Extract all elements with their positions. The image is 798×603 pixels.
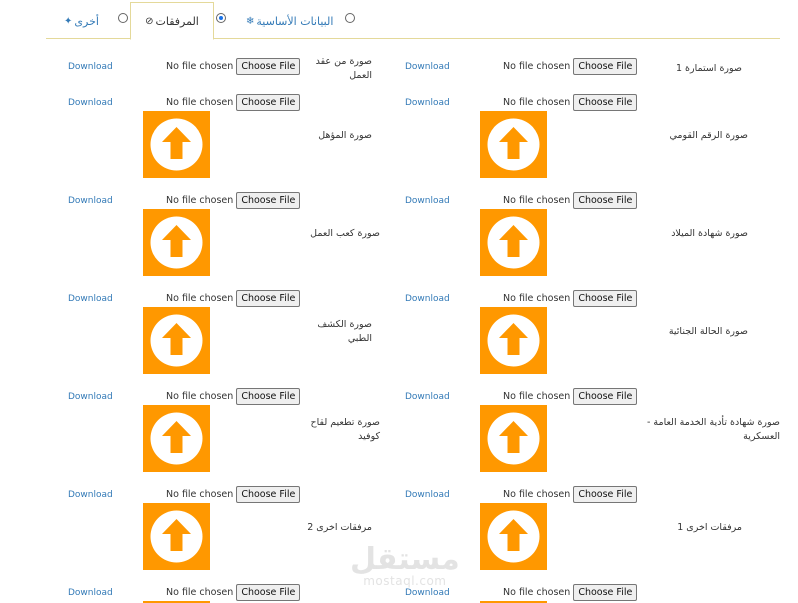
file-input[interactable]: No file chosen Choose File: [166, 94, 301, 111]
download-link[interactable]: Download: [405, 62, 450, 72]
upload-arrow-icon[interactable]: [480, 111, 547, 178]
file-input[interactable]: No file chosen Choose File: [503, 94, 638, 111]
file-input[interactable]: No file chosen Choose File: [503, 192, 638, 209]
field-label: صورة الرقم القومي: [669, 130, 748, 141]
download-link[interactable]: Download: [405, 588, 450, 598]
choose-file-button[interactable]: Choose File: [573, 192, 638, 209]
choose-file-button[interactable]: Choose File: [236, 584, 301, 601]
file-input[interactable]: No file chosen Choose File: [503, 584, 638, 601]
download-link[interactable]: Download: [405, 294, 450, 304]
file-input[interactable]: No file chosen Choose File: [503, 486, 638, 503]
file-input[interactable]: No file chosen Choose File: [166, 388, 301, 405]
choose-file-button[interactable]: Choose File: [573, 290, 638, 307]
download-link[interactable]: Download: [68, 490, 113, 500]
download-link[interactable]: Download: [68, 62, 113, 72]
choose-file-button[interactable]: Choose File: [236, 290, 301, 307]
choose-file-button[interactable]: Choose File: [236, 192, 301, 209]
download-link[interactable]: Download: [68, 392, 113, 402]
dropbox-icon: ✦: [64, 15, 73, 27]
gear-icon: ❄: [246, 15, 255, 27]
choose-file-button[interactable]: Choose File: [573, 486, 638, 503]
choose-file-button[interactable]: Choose File: [573, 388, 638, 405]
choose-file-button[interactable]: Choose File: [236, 388, 301, 405]
attachments-page: ✦ أخرى ⊘ المرفقات ❄ البيانات الأساسية Downl…: [0, 0, 798, 603]
field-label: صورة كعب العمل: [310, 228, 380, 239]
tab-attachments[interactable]: ⊘ المرفقات: [130, 2, 214, 40]
watermark-latin: mostaql.com: [363, 574, 447, 588]
download-link[interactable]: Download: [68, 294, 113, 304]
watermark: مستقل mostaql.com: [350, 542, 460, 588]
download-link[interactable]: Download: [68, 588, 113, 598]
download-link[interactable]: Download: [405, 490, 450, 500]
upload-arrow-icon[interactable]: [143, 405, 210, 472]
tab-other[interactable]: ✦ أخرى: [64, 3, 99, 39]
file-input[interactable]: No file chosen Choose File: [166, 290, 301, 307]
upload-arrow-icon[interactable]: [143, 111, 210, 178]
download-link[interactable]: Download: [405, 98, 450, 108]
field-label: مرفقات اخرى 2: [307, 522, 372, 533]
field-label: مرفقات اخرى 1: [677, 522, 742, 533]
field-label: صورة المؤهل: [318, 130, 372, 141]
upload-arrow-icon[interactable]: [480, 209, 547, 276]
upload-arrow-icon[interactable]: [143, 307, 210, 374]
upload-arrow-icon[interactable]: [143, 209, 210, 276]
file-input[interactable]: No file chosen Choose File: [503, 290, 638, 307]
choose-file-button[interactable]: Choose File: [236, 94, 301, 111]
file-input[interactable]: No file chosen Choose File: [503, 58, 638, 75]
tab-bar: ✦ أخرى ⊘ المرفقات ❄ البيانات الأساسية: [46, 0, 780, 40]
choose-file-button[interactable]: Choose File: [573, 584, 638, 601]
file-input[interactable]: No file chosen Choose File: [166, 486, 301, 503]
choose-file-button[interactable]: Choose File: [573, 94, 638, 111]
paperclip-icon: ⊘: [145, 15, 154, 27]
file-input[interactable]: No file chosen Choose File: [166, 584, 301, 601]
radio-tab-attachments[interactable]: [216, 13, 226, 23]
field-label: صورة الحالة الجنائية: [668, 326, 748, 337]
download-link[interactable]: Download: [405, 392, 450, 402]
field-label: صورة شهادة الميلاد: [671, 228, 748, 239]
field-label: صورة شهادة تأدية الخدمة العامة - العسكري…: [646, 417, 780, 442]
choose-file-button[interactable]: Choose File: [236, 58, 301, 75]
file-input[interactable]: No file chosen Choose File: [166, 192, 301, 209]
download-link[interactable]: Download: [405, 196, 450, 206]
download-link[interactable]: Download: [68, 196, 113, 206]
field-label: صورة من عقد العمل: [315, 56, 372, 81]
field-label: صورة استمارة 1: [675, 63, 742, 74]
radio-tab-other[interactable]: [118, 13, 128, 23]
upload-arrow-icon[interactable]: [480, 503, 547, 570]
field-label: صورة تطعيم لقاح كوفيد: [310, 417, 380, 442]
upload-arrow-icon[interactable]: [143, 503, 210, 570]
tab-basic-data[interactable]: ❄ البيانات الأساسية: [246, 3, 333, 39]
watermark-arabic: مستقل: [350, 542, 460, 577]
choose-file-button[interactable]: Choose File: [236, 486, 301, 503]
download-link[interactable]: Download: [68, 98, 113, 108]
field-label: صورة الكشف الطبي: [317, 319, 372, 344]
file-input[interactable]: No file chosen Choose File: [503, 388, 638, 405]
upload-arrow-icon[interactable]: [480, 307, 547, 374]
choose-file-button[interactable]: Choose File: [573, 58, 638, 75]
file-input[interactable]: No file chosen Choose File: [166, 58, 301, 75]
radio-tab-basic-data[interactable]: [345, 13, 355, 23]
upload-arrow-icon[interactable]: [480, 405, 547, 472]
